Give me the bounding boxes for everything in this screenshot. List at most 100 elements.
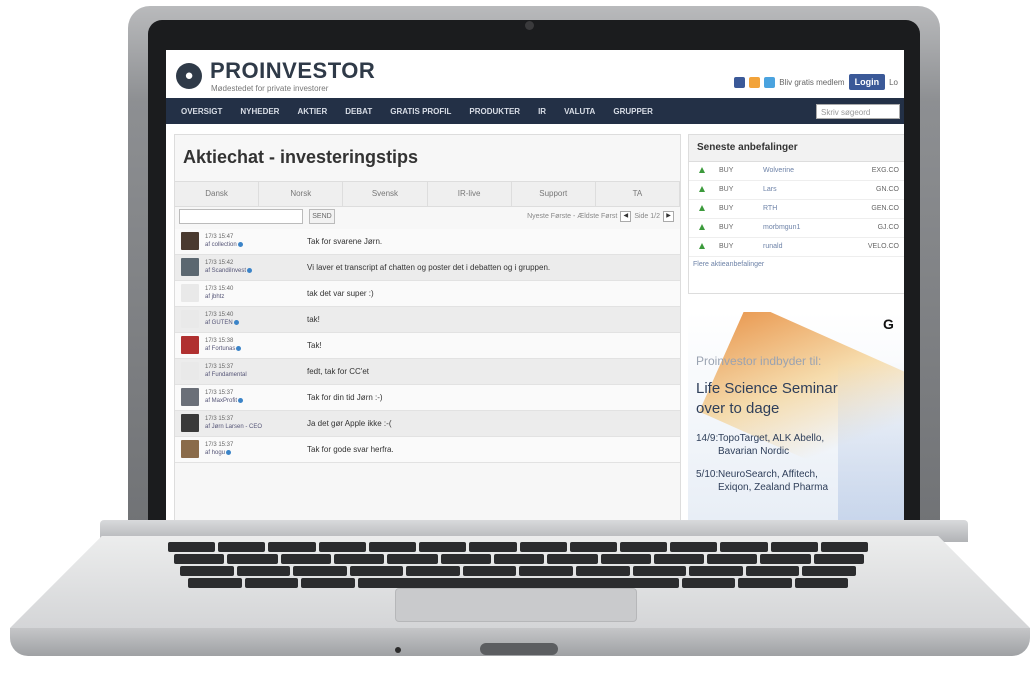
chat-message: 17/3 15:37 af MaxProfit Tak for din tid … xyxy=(175,385,680,411)
chat-message: 17/3 15:42 af ScandiInvest Vi laver et t… xyxy=(175,255,680,281)
key-row xyxy=(180,566,856,576)
avatar[interactable] xyxy=(181,362,199,380)
nav-item[interactable]: AKTIER xyxy=(288,107,336,116)
site-header: ● PROINVESTOR Mødestedet for private inv… xyxy=(166,50,904,98)
message-user[interactable]: af Fortunas xyxy=(205,346,235,352)
avatar[interactable] xyxy=(181,336,199,354)
rec-user[interactable]: Wolverine xyxy=(763,167,794,174)
rec-ticker[interactable]: EXG.CO xyxy=(872,167,899,174)
up-arrow-icon xyxy=(699,224,705,230)
message-time: 17/3 15:37 xyxy=(205,390,234,396)
seminar-ad-banner[interactable]: G Proinvestor indbyder til: Life Science… xyxy=(688,312,904,520)
rec-user[interactable]: runald xyxy=(763,243,782,250)
message-text: fedt, tak for CC'et xyxy=(307,367,369,376)
proinvestor-logo-icon[interactable]: ● xyxy=(176,63,202,89)
avatar[interactable] xyxy=(181,388,199,406)
rec-ticker[interactable]: GJ.CO xyxy=(878,224,899,231)
nav-item[interactable]: GRUPPER xyxy=(604,107,662,116)
nav-item[interactable]: NYHEDER xyxy=(231,107,288,116)
message-text: tak det var super :) xyxy=(307,289,374,298)
site-tagline: Mødestedet for private investorer xyxy=(211,84,329,93)
nav-item[interactable]: GRATIS PROFIL xyxy=(381,107,460,116)
recommendation-row[interactable]: BUY RTH GEN.CO xyxy=(689,200,904,219)
rec-action: BUY xyxy=(719,205,734,212)
ad-item-date: 14/9: xyxy=(696,433,719,444)
site-brand[interactable]: PROINVESTOR xyxy=(210,58,375,84)
message-user[interactable]: af hogu xyxy=(205,450,225,456)
rec-ticker[interactable]: GN.CO xyxy=(876,186,899,193)
message-user[interactable]: af Jørn Larsen - CEO xyxy=(205,424,262,430)
next-page-icon[interactable]: ▶ xyxy=(663,211,674,222)
chat-message: 17/3 15:47 af collection Tak for svarene… xyxy=(175,229,680,255)
online-icon xyxy=(233,319,239,325)
online-icon xyxy=(247,267,253,273)
keyboard xyxy=(168,542,869,588)
message-meta: 17/3 15:40 af jbhtz xyxy=(205,285,233,301)
online-icon xyxy=(237,241,243,247)
ad-item-date: 5/10: xyxy=(696,469,719,480)
chat-messages: 17/3 15:47 af collection Tak for svarene… xyxy=(175,229,680,463)
nav-item[interactable]: DEBAT xyxy=(336,107,381,116)
message-user[interactable]: af MaxProfit xyxy=(205,398,237,404)
ad-item-text: NeuroSearch, Affitech, xyxy=(718,469,818,480)
avatar[interactable] xyxy=(181,440,199,458)
message-user[interactable]: af GUTEN xyxy=(205,320,233,326)
page-indicator: Side 1/2 xyxy=(634,213,660,220)
more-recommendations-link[interactable]: Flere aktieanbefalinger xyxy=(689,257,904,272)
message-user[interactable]: af jbhtz xyxy=(205,294,224,300)
chat-message-input[interactable] xyxy=(179,209,303,224)
tab-dansk[interactable]: Dansk xyxy=(175,182,260,206)
recommendation-row[interactable]: BUY morbmgun1 GJ.CO xyxy=(689,219,904,238)
rec-ticker[interactable]: GEN.CO xyxy=(871,205,899,212)
avatar[interactable] xyxy=(181,232,199,250)
rec-ticker[interactable]: VELO.CO xyxy=(868,243,899,250)
recommendation-row[interactable]: BUY Wolverine EXG.CO xyxy=(689,162,904,181)
message-time: 17/3 15:37 xyxy=(205,364,234,370)
message-time: 17/3 15:40 xyxy=(205,286,234,292)
rec-user[interactable]: Lars xyxy=(763,186,777,193)
tab-ir-live[interactable]: IR-live xyxy=(428,182,512,206)
avatar[interactable] xyxy=(181,258,199,276)
ad-subheadline: over to dage xyxy=(696,400,780,417)
rec-action: BUY xyxy=(719,167,734,174)
message-meta: 17/3 15:37 af Fundamental xyxy=(205,363,247,379)
avatar[interactable] xyxy=(181,310,199,328)
message-user[interactable]: af collection xyxy=(205,242,237,248)
tab-norsk[interactable]: Norsk xyxy=(259,182,344,206)
avatar[interactable] xyxy=(181,284,199,302)
rec-user[interactable]: RTH xyxy=(763,205,777,212)
recommendation-row[interactable]: BUY runald VELO.CO xyxy=(689,238,904,257)
message-meta: 17/3 15:37 af MaxProfit xyxy=(205,389,244,405)
tab-svensk[interactable]: Svensk xyxy=(343,182,428,206)
recommendations-box: Seneste anbefalinger BUY Wolverine EXG.C… xyxy=(688,134,904,294)
rss-icon[interactable] xyxy=(749,76,761,88)
tab-support[interactable]: Support xyxy=(512,182,596,206)
message-meta: 17/3 15:37 af hogu xyxy=(205,441,233,457)
recommendation-row[interactable]: BUY Lars GN.CO xyxy=(689,181,904,200)
rec-user[interactable]: morbmgun1 xyxy=(763,224,800,231)
send-button[interactable]: SEND xyxy=(309,209,335,224)
nav-item[interactable]: VALUTA xyxy=(555,107,604,116)
chat-message: 17/3 15:40 af jbhtz tak det var super :) xyxy=(175,281,680,307)
chat-controls: SEND Nyeste Første - Ældste Først ◀ Side… xyxy=(175,207,680,227)
facebook-icon[interactable] xyxy=(734,76,746,88)
tab-ta[interactable]: TA xyxy=(596,182,681,206)
chat-message: 17/3 15:37 af Jørn Larsen - CEO Ja det g… xyxy=(175,411,680,437)
sort-order-link[interactable]: Nyeste Første - Ældste Først xyxy=(527,213,617,220)
up-arrow-icon xyxy=(699,167,705,173)
avatar[interactable] xyxy=(181,414,199,432)
nav-item[interactable]: PRODUKTER xyxy=(460,107,529,116)
nav-item[interactable]: OVERSIGT xyxy=(172,107,231,116)
prev-page-icon[interactable]: ◀ xyxy=(620,211,632,222)
search-input[interactable]: Skriv søgeord xyxy=(816,103,900,119)
signup-link[interactable]: Bliv gratis medlem xyxy=(779,78,844,87)
up-arrow-icon xyxy=(699,186,705,192)
twitter-icon[interactable] xyxy=(764,76,776,88)
nav-item[interactable]: IR xyxy=(529,107,555,116)
message-text: Ja det gør Apple ikke :-( xyxy=(307,419,392,428)
message-user[interactable]: af Fundamental xyxy=(205,372,247,378)
header-extra-link[interactable]: Lo xyxy=(889,78,898,87)
webcam-icon xyxy=(525,21,534,30)
message-user[interactable]: af ScandiInvest xyxy=(205,268,246,274)
facebook-login-button[interactable]: Login xyxy=(848,74,886,90)
